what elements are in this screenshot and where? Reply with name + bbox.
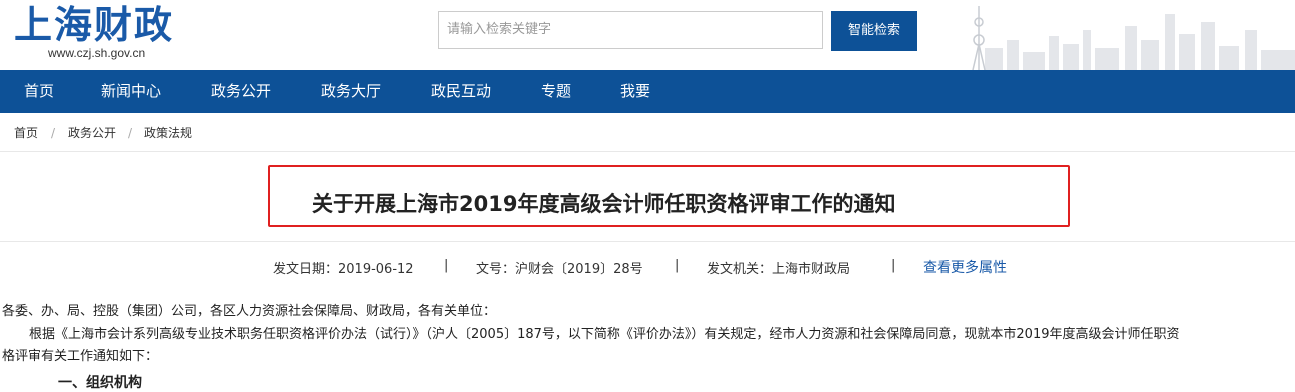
nav-item-interaction[interactable]: 政民互动 — [431, 70, 491, 113]
meta-separator: | — [444, 258, 449, 273]
search-button[interactable]: 智能检索 — [831, 11, 917, 51]
meta-separator: | — [675, 258, 680, 273]
article-title: 关于开展上海市2019年度高级会计师任职资格评审工作的通知 — [312, 192, 896, 216]
nav-item-gov-info[interactable]: 政务公开 — [211, 70, 271, 113]
body-paragraph-continued: 格评审有关工作通知如下： — [2, 349, 159, 364]
breadcrumb-gov-info[interactable]: 政务公开 — [68, 121, 116, 145]
logo-url: www.czj.sh.gov.cn — [48, 46, 146, 60]
breadcrumb-home[interactable]: 首页 — [14, 121, 38, 145]
nav-item-i-want[interactable]: 我要 — [620, 70, 650, 113]
breadcrumb-separator: / — [51, 126, 56, 140]
salutation-paragraph: 各委、办、局、控股（集团）公司，各区人力资源社会保障局、财政局，各有关单位： — [2, 304, 497, 319]
meta-divider — [0, 241, 1295, 242]
breadcrumb-separator: / — [128, 126, 133, 140]
site-logo[interactable]: 上海财政 www.czj.sh.gov.cn — [14, 2, 174, 60]
site-header: 上海财政 www.czj.sh.gov.cn 请输入检索关键字 智能检索 — [0, 0, 1295, 70]
more-attributes-link[interactable]: 查看更多属性 — [923, 257, 1007, 277]
nav-item-home[interactable]: 首页 — [24, 70, 54, 113]
publish-date: 发文日期：2019-06-12 — [273, 262, 414, 277]
meta-separator: | — [891, 258, 896, 273]
breadcrumb-policy[interactable]: 政策法规 — [144, 121, 192, 145]
logo-text: 上海财政 — [14, 3, 175, 47]
body-paragraph: 根据《上海市会计系列高级专业技术职务任职资格评价办法（试行）》（沪人〔2005〕… — [29, 327, 1180, 342]
breadcrumb-divider — [0, 151, 1295, 152]
issuing-authority: 发文机关：上海市财政局 — [707, 262, 851, 277]
nav-item-news[interactable]: 新闻中心 — [101, 70, 161, 113]
nav-item-service-hall[interactable]: 政务大厅 — [321, 70, 381, 113]
main-nav: 首页 新闻中心 政务公开 政务大厅 政民互动 专题 我要 — [0, 70, 1295, 113]
nav-item-topics[interactable]: 专题 — [541, 70, 571, 113]
document-number: 文号：沪财会〔2019〕28号 — [476, 262, 643, 277]
search-input[interactable]: 请输入检索关键字 — [438, 11, 823, 49]
city-skyline-icon — [972, 6, 1295, 70]
breadcrumb: 首页 / 政务公开 / 政策法规 — [0, 121, 1295, 145]
section-heading: 一、组织机构 — [58, 375, 142, 391]
